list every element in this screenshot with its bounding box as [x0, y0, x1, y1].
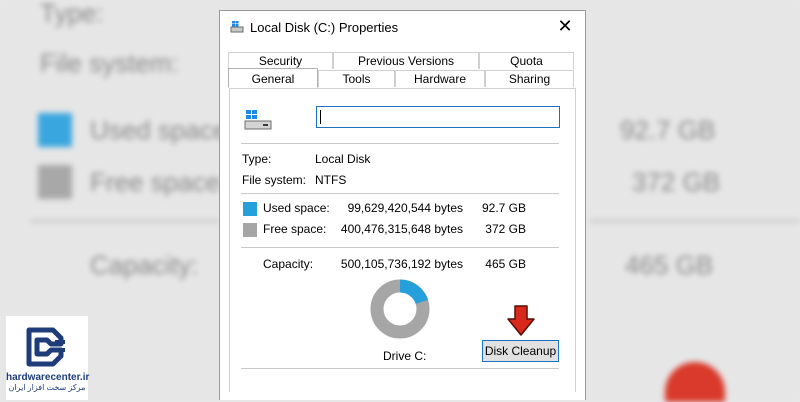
- text-cursor: [320, 110, 321, 124]
- free-space-gb: 372 GB: [485, 222, 526, 236]
- watermark-tagline: مرکز سخت افزار ایران: [8, 383, 86, 392]
- bg-free-swatch: [38, 165, 72, 199]
- separator: [241, 368, 559, 369]
- bg-text: File system:: [40, 48, 179, 78]
- bg-text: Capacity:: [90, 250, 199, 280]
- separator: [241, 247, 559, 248]
- window-title: Local Disk (C:) Properties: [250, 20, 399, 35]
- red-arrow-icon: [507, 305, 535, 336]
- capacity-label: Capacity:: [263, 257, 314, 271]
- bg-text: 372 GB: [632, 167, 721, 197]
- bg-used-swatch: [38, 113, 72, 147]
- tab-security[interactable]: Security: [228, 52, 333, 69]
- local-disk-icon: [243, 109, 273, 136]
- file-system-value: NTFS: [315, 173, 347, 187]
- tab-sharing[interactable]: Sharing: [485, 70, 574, 87]
- watermark-logo: hardwarecenter.ir مرکز سخت افزار ایران: [6, 316, 90, 400]
- bg-divider: [590, 220, 800, 222]
- disk-usage-donut: [370, 279, 430, 339]
- used-space-label: Used space:: [263, 201, 330, 215]
- tab-hardware[interactable]: Hardware: [395, 70, 485, 87]
- capacity-bytes: 500,105,736,192 bytes: [340, 257, 463, 271]
- type-value: Local Disk: [315, 152, 371, 166]
- used-space-swatch: [243, 202, 257, 216]
- free-space-label: Free space:: [263, 222, 327, 236]
- separator: [241, 193, 559, 194]
- bg-text: Free space:: [90, 167, 228, 197]
- bg-text: 92.7 GB: [620, 115, 716, 145]
- bg-text: Used space:: [90, 115, 235, 145]
- tab-previous-versions[interactable]: Previous Versions: [333, 52, 479, 69]
- close-button[interactable]: ✕: [555, 16, 575, 36]
- bg-divider: [30, 220, 220, 222]
- tab-tools[interactable]: Tools: [318, 70, 395, 87]
- used-space-gb: 92.7 GB: [481, 201, 526, 215]
- bg-text: 465 GB: [625, 250, 714, 280]
- file-system-label: File system:: [242, 173, 307, 187]
- drive-icon: [230, 20, 244, 38]
- bg-text: Type:: [40, 0, 104, 28]
- type-label: Type:: [242, 152, 272, 166]
- used-space-bytes: 99,629,420,544 bytes: [347, 201, 463, 215]
- disk-cleanup-button[interactable]: Disk Cleanup: [482, 340, 559, 362]
- watermark-site: hardwarecenter.ir: [6, 372, 90, 383]
- free-space-bytes: 400,476,315,648 bytes: [340, 222, 463, 236]
- hardwarecenter-logo-icon: [26, 327, 65, 367]
- capacity-gb: 465 GB: [485, 257, 526, 271]
- separator: [241, 143, 559, 144]
- free-space-swatch: [243, 223, 257, 237]
- tab-general[interactable]: General: [228, 68, 318, 88]
- drive-label: Drive C:: [383, 349, 427, 363]
- title-bar[interactable]: Local Disk (C:) Properties ✕: [220, 11, 585, 43]
- tab-quota[interactable]: Quota: [479, 52, 574, 69]
- bg-arrow-blur: [665, 362, 725, 402]
- volume-name-input[interactable]: [316, 106, 560, 128]
